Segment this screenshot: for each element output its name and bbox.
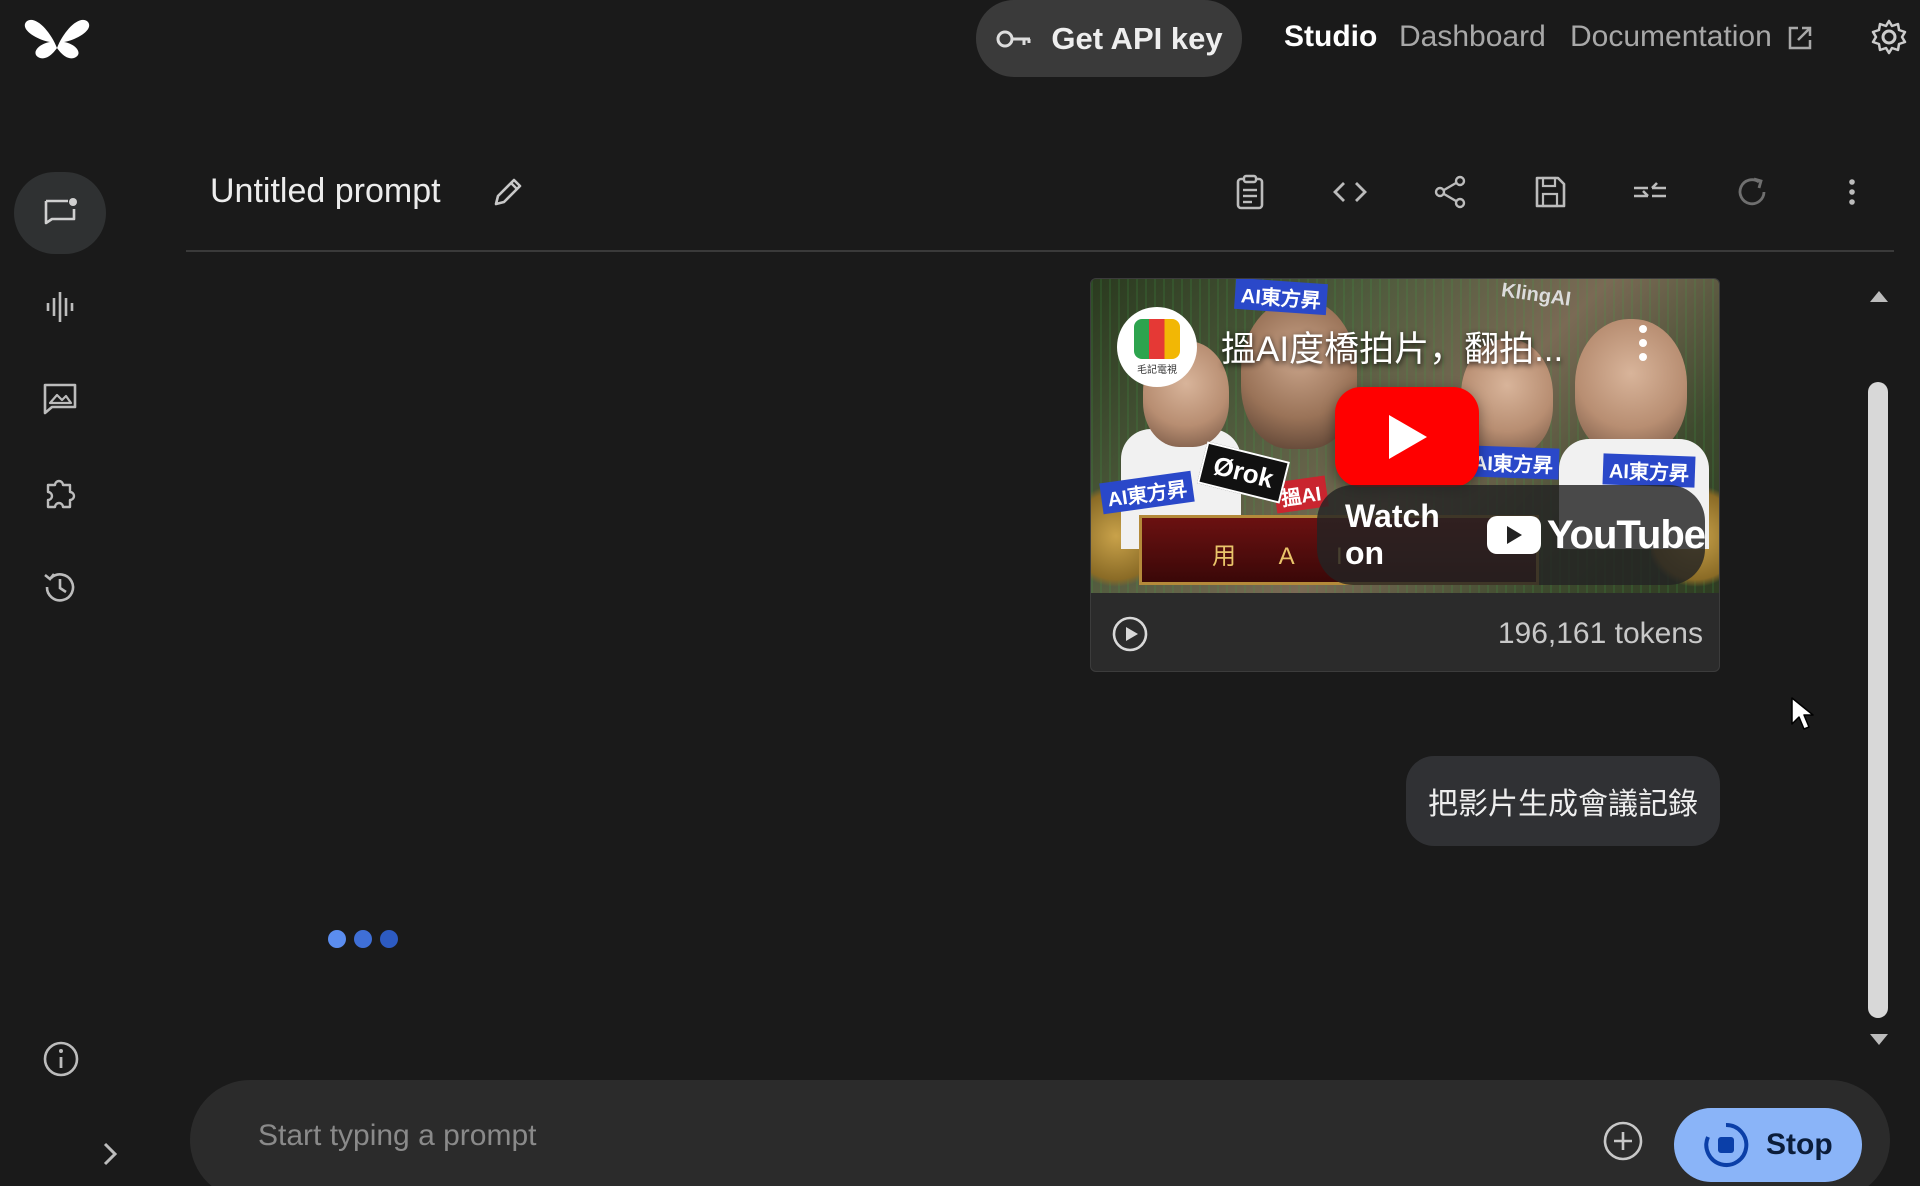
sidebar-item-stream[interactable] (14, 266, 106, 348)
person-face (1575, 319, 1687, 455)
youtube-play-button[interactable] (1335, 387, 1479, 487)
stop-spinner-icon (1704, 1122, 1749, 1167)
history-icon (44, 573, 75, 602)
get-code-icon[interactable] (1330, 172, 1370, 212)
settings-gear-icon[interactable] (1870, 18, 1908, 56)
reset-refresh-icon[interactable] (1732, 172, 1772, 212)
watch-on-youtube-button[interactable]: Watch on YouTube (1317, 485, 1706, 585)
user-message-bubble: 把影片生成會議記錄 (1406, 756, 1720, 846)
video-thumbnail[interactable]: 用 A I AI東方昇 AI東方昇 AI東方昇 AI東方昇 搵AI KlingA… (1091, 279, 1719, 593)
thumbnail-tag: AI東方昇 (1602, 453, 1696, 488)
share-icon[interactable] (1430, 172, 1470, 212)
add-media-plus-icon[interactable] (1602, 1120, 1644, 1162)
video-menu-icon[interactable] (1637, 323, 1649, 363)
video-title[interactable]: 搵AI度橋拍片，翻拍... (1221, 321, 1563, 372)
scrollbar-thumb[interactable] (1868, 382, 1888, 1018)
more-options-icon[interactable] (1832, 172, 1872, 212)
video-card-footer: 196,161 tokens (1091, 593, 1719, 671)
youtube-logo-icon (1486, 516, 1541, 554)
scroll-up-arrow-icon[interactable] (1868, 288, 1890, 304)
play-circle-icon[interactable] (1111, 615, 1149, 653)
thumbnail-tag: AI東方昇 (1466, 445, 1560, 480)
mouse-pointer-icon (1791, 697, 1814, 730)
expand-sidebar-chevron-icon[interactable] (100, 1140, 120, 1168)
channel-name: 毛記電視 (1137, 364, 1177, 376)
image-chat-icon (43, 383, 77, 415)
clipboard-icon[interactable] (1230, 172, 1270, 212)
channel-avatar[interactable]: 毛記電視 (1117, 307, 1197, 387)
youtube-video-card[interactable]: 用 A I AI東方昇 AI東方昇 AI東方昇 AI東方昇 搵AI KlingA… (1090, 278, 1720, 672)
channel-logo-icon (1134, 318, 1180, 359)
top-bar: Get API key Studio Dashboard Documentati… (0, 0, 1920, 90)
compare-icon[interactable] (1630, 172, 1670, 212)
left-sidebar (0, 90, 120, 1186)
get-api-key-button[interactable]: Get API key (976, 0, 1242, 77)
nav-dashboard-link[interactable]: Dashboard (1399, 20, 1546, 54)
youtube-logo: YouTube (1486, 512, 1706, 558)
loading-dot (380, 930, 398, 948)
prompt-composer: Stop (190, 1080, 1890, 1186)
sidebar-item-generate-media[interactable] (14, 358, 106, 440)
loading-dot (328, 930, 346, 948)
key-icon (996, 30, 1031, 47)
loading-indicator (328, 930, 398, 948)
scroll-down-arrow-icon[interactable] (1868, 1032, 1890, 1048)
page-title: Untitled prompt (210, 172, 441, 210)
edit-title-pencil-icon[interactable] (490, 174, 526, 210)
get-api-key-label: Get API key (1051, 20, 1223, 56)
stop-button[interactable]: Stop (1674, 1108, 1862, 1182)
thumbnail-tag: AI東方昇 (1234, 279, 1328, 316)
nav-studio-link[interactable]: Studio (1284, 20, 1377, 54)
audio-wave-icon (46, 292, 74, 322)
play-triangle-icon (1389, 415, 1427, 459)
token-count: 196,161 tokens (1497, 617, 1703, 650)
header-divider (186, 250, 1894, 252)
external-link-icon[interactable] (1786, 24, 1814, 52)
puzzle-icon (46, 479, 76, 509)
info-icon[interactable] (42, 1040, 80, 1078)
youtube-wordmark: YouTube (1546, 512, 1706, 557)
sidebar-item-history[interactable] (14, 546, 106, 628)
save-icon[interactable] (1530, 172, 1570, 212)
watch-on-label: Watch on (1345, 498, 1440, 571)
sidebar-item-build[interactable] (14, 452, 106, 534)
chat-prompt-icon (44, 198, 77, 225)
nav-documentation-link[interactable]: Documentation (1570, 20, 1772, 54)
prompt-input[interactable] (258, 1114, 1458, 1158)
sidebar-item-chat[interactable] (14, 172, 106, 254)
stop-label: Stop (1766, 1128, 1833, 1161)
loading-dot (354, 930, 372, 948)
app-logo-icon[interactable] (24, 8, 90, 60)
